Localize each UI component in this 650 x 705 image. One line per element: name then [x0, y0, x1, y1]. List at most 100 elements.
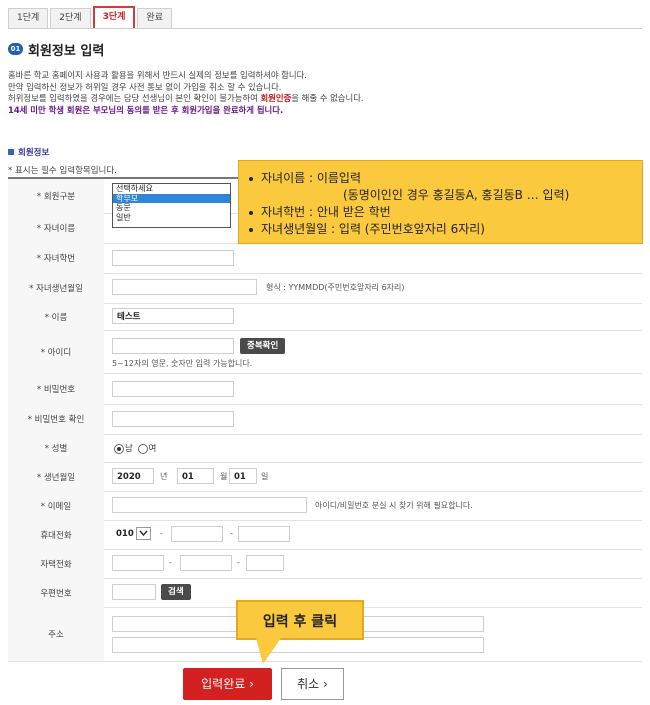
page-title: 회원정보 입력 [28, 44, 105, 59]
intro-text: 홈바른 학교 홈페이지 사용과 활용을 위해서 반드시 실제의 정보를 입력하셔… [8, 70, 608, 116]
gender-options: 남 여 [114, 442, 156, 454]
member-type-option[interactable]: 선택하세요 [113, 184, 230, 194]
birth-month-unit: 월 [220, 472, 228, 481]
step-1-tab: 1단계 [8, 8, 49, 29]
row-password-confirm: * 비밀번호 확인 [8, 404, 642, 435]
home-phone-middle-input[interactable] [180, 555, 232, 571]
tooltip-line-3-text: 자녀학번 : 안내 받은 학번 [261, 205, 391, 219]
gender-male-radio[interactable] [114, 443, 124, 454]
step-3-tab: 3단계 [92, 6, 136, 29]
child-id-input[interactable] [112, 250, 234, 266]
intro-line-4: 14세 미만 학생 회원은 부모님의 동의를 받은 후 회원가입을 완료하게 됩… [8, 104, 284, 115]
mobile-last-input[interactable] [238, 526, 290, 542]
member-type-option[interactable]: 동문 [113, 203, 230, 213]
gender-male-label: 남 [125, 444, 133, 454]
home-phone-sep-1: - [169, 558, 172, 567]
home-phone-first-input[interactable] [112, 555, 164, 571]
row-name: * 이름 테스트 [8, 303, 642, 331]
mobile-prefix-select[interactable] [136, 527, 151, 540]
member-type-listbox[interactable]: 선택하세요 학부모 동문 일반 [112, 183, 231, 228]
home-phone-last-input[interactable] [246, 555, 284, 571]
email-hint: 아이디/비밀번호 분실 시 찾기 위해 필요합니다. [315, 501, 473, 510]
tooltip-line-1: 자녀이름 : 이름입력 [249, 169, 361, 186]
intro-line-3-text: 허위정보를 입력하였을 경우에는 담당 선생님이 본인 확인이 불가능하여 [8, 93, 261, 104]
form-section-title: 회원정보 [18, 148, 50, 158]
password-input[interactable] [112, 381, 234, 397]
intro-line-1: 홈바른 학교 홈페이지 사용과 활용을 위해서 반드시 실제의 정보를 입력하셔… [8, 70, 307, 80]
click-callout: 입력 후 클릭 [236, 600, 364, 640]
bullet-dot [249, 210, 253, 215]
row-password: * 비밀번호 [8, 373, 642, 405]
member-type-option-selected[interactable]: 학부모 [113, 193, 230, 203]
chevron-down-icon [139, 530, 148, 537]
name-input[interactable]: 테스트 [112, 308, 234, 324]
password-label: * 비밀번호 [8, 373, 104, 404]
child-birth-hint: 형식 : YYMMDD(주민번호앞자리 6자리) [266, 283, 405, 292]
step-tabs: 1단계 2단계 3단계 완료 [8, 6, 174, 29]
password-confirm-input[interactable] [112, 411, 234, 427]
tab-divider [8, 28, 642, 29]
square-bullet-icon [8, 149, 14, 155]
row-child-birth: * 자녀생년월일 형식 : YYMMDD(주민번호앞자리 6자리) [8, 273, 642, 304]
user-id-label: * 아이디 [8, 330, 104, 373]
home-phone-sep-2: - [237, 558, 240, 567]
step-done-tab: 완료 [137, 8, 172, 29]
mobile-label: 휴대전화 [8, 520, 104, 549]
child-birth-label: * 자녀생년월일 [8, 273, 104, 303]
intro-line-3-end: 을 해줄 수 없습니다. [291, 93, 364, 104]
section-number-badge: 01 [8, 43, 23, 55]
child-id-label: * 자녀학번 [8, 243, 104, 273]
row-birth: * 생년월일 2020 년 01 월 01 일 [8, 462, 642, 492]
zip-input[interactable] [112, 584, 156, 600]
tooltip-line-4-text: 자녀생년월일 : 입력 (주민번호앞자리 6자리) [261, 222, 485, 236]
mobile-middle-input[interactable] [171, 526, 223, 542]
row-user-id: * 아이디 중복확인 5~12자의 영문, 숫자만 입력 가능합니다. [8, 330, 642, 374]
tooltip-line-3: 자녀학번 : 안내 받은 학번 [249, 203, 391, 220]
mobile-prefix-value: 010 [112, 526, 134, 542]
guide-tooltip: 자녀이름 : 이름입력 (동명이인인 경우 홍길동A, 홍길동B … 입력) 자… [238, 160, 643, 244]
user-id-hint: 5~12자의 영문, 숫자만 입력 가능합니다. [112, 359, 253, 368]
member-type-label: * 회원구분 [8, 179, 104, 213]
intro-highlight: 회원인증 [260, 93, 292, 104]
child-birth-input[interactable] [112, 279, 257, 295]
birth-day-input[interactable]: 01 [229, 468, 257, 484]
mobile-sep-2: - [230, 529, 233, 538]
user-id-input[interactable] [112, 338, 234, 354]
row-mobile: 휴대전화 010 - - [8, 520, 642, 550]
required-note: * 표시는 필수 입력항목입니다. [8, 166, 117, 176]
gender-female-label: 여 [148, 444, 157, 454]
birth-label: * 생년월일 [8, 462, 104, 491]
row-gender: * 성별 남 여 [8, 434, 642, 463]
member-type-option[interactable]: 일반 [113, 213, 230, 223]
home-phone-label: 자택전화 [8, 549, 104, 578]
tooltip-line-4: 자녀생년월일 : 입력 (주민번호앞자리 6자리) [249, 220, 485, 237]
step-2-tab: 2단계 [50, 8, 91, 29]
birth-year-unit: 년 [160, 472, 168, 481]
email-input[interactable] [112, 497, 307, 513]
email-label: * 이메일 [8, 491, 104, 520]
submit-button[interactable]: 입력완료 › [183, 668, 272, 700]
gender-label: * 성별 [8, 434, 104, 462]
birth-day-unit: 일 [261, 472, 269, 481]
callout-pointer [256, 638, 281, 664]
birth-month-input[interactable]: 01 [177, 468, 214, 484]
row-email: * 이메일 아이디/비밀번호 분실 시 찾기 위해 필요합니다. [8, 491, 642, 521]
zip-label: 우편번호 [8, 578, 104, 607]
password-confirm-label: * 비밀번호 확인 [8, 404, 104, 434]
duplicate-check-button[interactable]: 중복확인 [240, 338, 286, 354]
child-name-label: * 자녀이름 [8, 213, 104, 243]
row-child-id: * 자녀학번 [8, 243, 642, 274]
tooltip-line-2: (동명이인인 경우 홍길동A, 홍길동B … 입력) [343, 188, 570, 202]
bullet-dot [249, 227, 253, 232]
intro-line-3: 허위정보를 입력하였을 경우에는 담당 선생님이 본인 확인이 불가능하여 회원… [8, 93, 608, 105]
cancel-button[interactable]: 취소 › [281, 668, 344, 700]
birth-year-input[interactable]: 2020 [112, 468, 154, 484]
name-label: * 이름 [8, 303, 104, 330]
gender-female-radio[interactable] [137, 443, 148, 454]
intro-line-2: 만약 입력하신 정보가 허위일 경우 사전 통보 없이 가입을 취소 할 수 있… [8, 81, 282, 92]
address-label: 주소 [8, 607, 104, 661]
bullet-dot [249, 176, 253, 181]
row-home-phone: 자택전화 - - [8, 549, 642, 579]
mobile-sep-1: - [160, 529, 163, 538]
zip-search-button[interactable]: 검색 [161, 584, 191, 600]
